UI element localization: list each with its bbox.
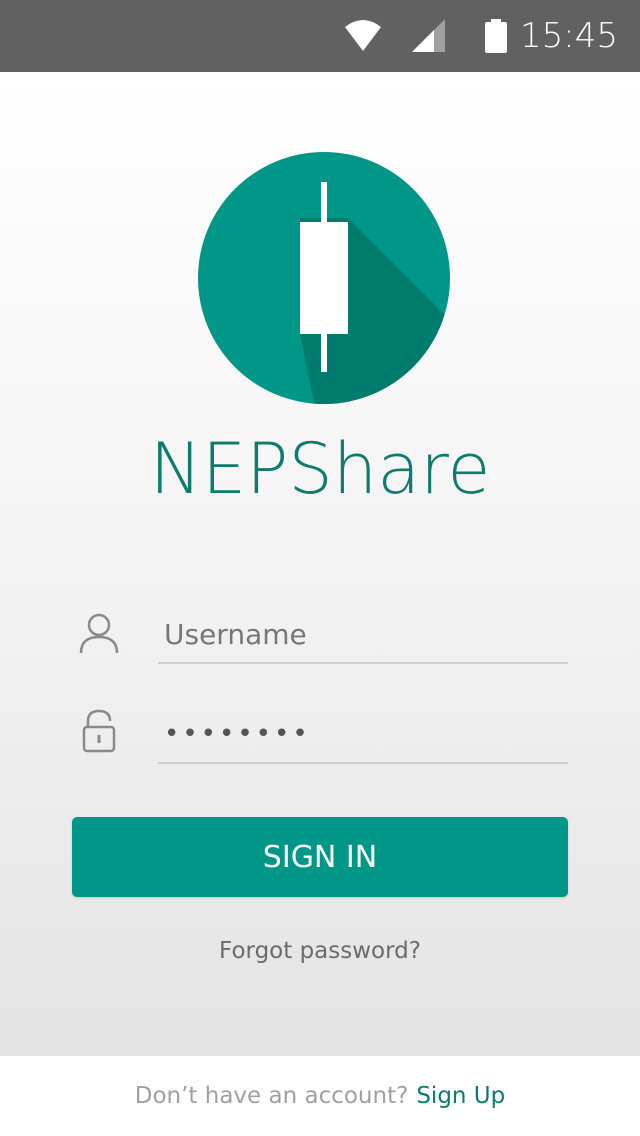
status-time: 15:45 xyxy=(520,16,618,56)
signup-prompt: Don’t have an account? xyxy=(134,1083,409,1109)
signal-icon xyxy=(412,0,446,72)
username-input[interactable] xyxy=(158,606,568,664)
sign-in-button[interactable]: SIGN IN xyxy=(72,817,568,897)
user-icon xyxy=(78,612,120,654)
candlestick-logo-icon xyxy=(198,152,450,404)
password-field[interactable] xyxy=(158,706,568,764)
app-title: NEPShare xyxy=(149,428,491,510)
wifi-icon xyxy=(344,0,382,72)
forgot-password-link[interactable]: Forgot password? xyxy=(0,938,640,964)
sign-up-link[interactable]: Sign Up xyxy=(416,1083,505,1109)
login-screen: NEPShare SIGN IN Forgot password? xyxy=(0,72,640,1056)
battery-icon xyxy=(484,0,508,72)
footer: Don’t have an account? Sign Up xyxy=(0,1056,640,1136)
status-bar: 15:45 xyxy=(0,0,640,72)
lock-icon xyxy=(78,709,120,753)
